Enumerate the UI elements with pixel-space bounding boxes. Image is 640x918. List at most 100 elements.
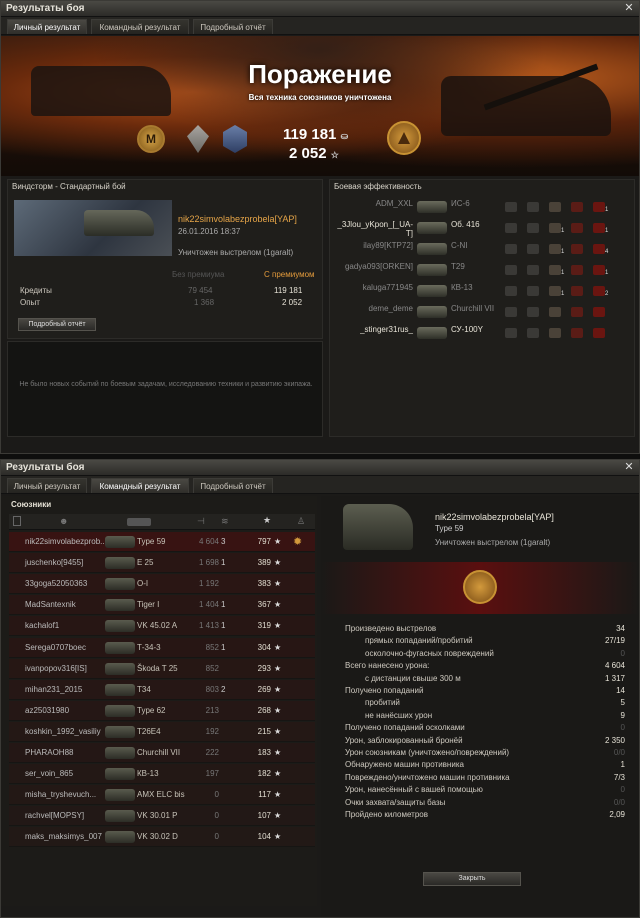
table-row[interactable]: Serega0707boec Т-34-3 852 1 304 ★ — [9, 637, 315, 658]
kills-value: 2 — [221, 684, 226, 694]
efficiency-row[interactable]: deme_deme Churchill VII — [331, 304, 631, 322]
tank-icon — [105, 747, 135, 759]
player-name: rachvel[MOPSY] — [25, 811, 85, 821]
table-row[interactable]: mihan231_2015 T34 803 2 269 ★ — [9, 679, 315, 700]
crits-count: 1 — [561, 270, 565, 276]
damage-value: 1 413 — [198, 621, 219, 631]
tank-name: T26E4 — [137, 726, 161, 736]
table-row[interactable]: nik22simvolabezprob... Type 59 4 604 3 797 ★ ✹ — [9, 532, 315, 552]
stat-label: Всего нанесено урона: — [345, 661, 430, 671]
damage-value: 0 — [214, 790, 219, 800]
efficiency-row[interactable]: _3Jlou_yKpon_[_UA-T] Об. 416 1 1 — [331, 220, 631, 238]
table-row[interactable]: ser_voin_865 КВ-13 197 182 ★ — [9, 764, 315, 785]
stat-label: Урон союзникам (уничтожено/повреждений) — [345, 748, 510, 757]
table-row[interactable]: misha_tryshevuch... AMX ELC bis 0 117 ★ — [9, 785, 315, 806]
table-row[interactable]: MadSantexnik Tiger I 1 404 1 367 ★ — [9, 595, 315, 616]
damage-value: 1 404 — [198, 600, 219, 610]
table-row[interactable]: 33goga52050363 O-I 1 192 383 ★ — [9, 574, 315, 595]
xp-value: 269 — [257, 684, 271, 694]
damage-count: 1 — [605, 228, 609, 234]
table-row[interactable]: ivanpopov316[IS] Škoda T 25 852 293 ★ — [9, 658, 315, 679]
stat-label: Пройдено километров — [345, 810, 428, 819]
tank-name: Tiger I — [137, 600, 160, 610]
player-name: nik22simvolabezprobela[YAP] — [178, 214, 297, 224]
kill-icon — [593, 307, 605, 317]
tab-personal-result[interactable]: Личный результат — [7, 478, 87, 493]
tab-team-result[interactable]: Командный результат — [91, 19, 189, 34]
kills-value: 1 — [221, 642, 226, 652]
xp-column-icon[interactable]: ★ — [263, 515, 271, 526]
damage-value: 4 604 — [198, 537, 219, 546]
damage-column-icon[interactable]: ⊣ — [197, 516, 205, 527]
spot-icon — [505, 328, 517, 338]
medal-icon[interactable] — [387, 121, 421, 155]
stat-value: 0/0 — [613, 748, 625, 757]
efficiency-row[interactable]: _stinger31rus_ СУ-100Y — [331, 325, 631, 343]
efficiency-row[interactable]: ADM_XXL ИС-6 1 — [331, 199, 631, 217]
stat-label: Получено попаданий осколками — [345, 723, 465, 733]
player-name: maks_maksimys_007 — [25, 832, 102, 842]
assist-icon — [527, 223, 539, 233]
detailed-report-button[interactable]: Подробный отчёт — [18, 318, 96, 331]
tank-name: Т-34-3 — [137, 642, 161, 652]
star-icon: ★ — [274, 663, 282, 673]
table-row[interactable]: koshkin_1992_vasiliy T26E4 192 215 ★ — [9, 721, 315, 742]
close-button[interactable]: Закрыть — [423, 872, 521, 886]
tab-bar: Личный результат Командный результат Под… — [1, 476, 639, 494]
medal-icon[interactable]: ✹ — [293, 535, 302, 548]
tank-name: Churchill VII — [137, 748, 181, 757]
stat-label: Получено попаданий — [345, 686, 424, 695]
tab-personal-result[interactable]: Личный результат — [7, 19, 87, 34]
tab-detailed-report[interactable]: Подробный отчёт — [193, 478, 273, 493]
tank-icon — [84, 210, 154, 236]
player-column-icon[interactable]: ☻ — [59, 516, 68, 526]
medal-column-icon[interactable]: ♙ — [297, 516, 305, 527]
stat-value: 0 — [620, 785, 625, 795]
detail-tank-name: Type 59 — [435, 524, 464, 533]
tank-name: VK 30.02 D — [137, 832, 178, 842]
player-name: PHARAOH88 — [25, 748, 74, 757]
table-row[interactable]: juschenko[9455] E 25 1 698 1 389 ★ — [9, 553, 315, 574]
damage-icon — [571, 244, 583, 254]
efficiency-row[interactable]: ilay89[KTP72] C-NI 1 4 — [331, 241, 631, 259]
medal-icon[interactable] — [463, 570, 497, 604]
enemy-player-name: ADM_XXL — [375, 199, 413, 208]
table-row[interactable]: PHARAOH88 Churchill VII 222 183 ★ — [9, 743, 315, 763]
assist-icon — [527, 307, 539, 317]
kill-icon — [593, 328, 605, 338]
mastery-badge-icon[interactable]: M — [137, 125, 165, 153]
table-row[interactable]: kachalof1 VK 45.02 A 1 413 1 319 ★ — [9, 616, 315, 637]
tank-icon — [417, 201, 447, 213]
star-icon: ★ — [274, 642, 282, 652]
tab-detailed-report[interactable]: Подробный отчёт — [193, 19, 273, 34]
tank-column-icon[interactable] — [127, 518, 151, 526]
star-icon: ★ — [274, 832, 282, 842]
efficiency-row[interactable]: gadya093[ORKEN] T29 1 1 — [331, 262, 631, 280]
earnings: 119 181 ⛀ 2 052 ☆ — [283, 126, 348, 164]
squad-column-icon[interactable] — [13, 516, 21, 526]
allies-table: Союзники ☻ ⊣ ≋ ★ ♙ nik22simvolabezprob..… — [1, 496, 317, 906]
close-icon[interactable]: ✕ — [623, 2, 635, 14]
exp-earned: 2 052 — [289, 145, 327, 162]
tank-icon — [105, 536, 135, 548]
crits-icon — [549, 328, 561, 338]
stat-value: 34 — [616, 624, 625, 633]
damage-value: 852 — [205, 663, 219, 673]
star-icon: ★ — [274, 537, 282, 546]
enemy-tank-name: ИС-6 — [451, 199, 470, 208]
spot-icon — [505, 244, 517, 254]
table-row[interactable]: az25031980 Type 62 213 268 ★ — [9, 700, 315, 721]
kills-column-icon[interactable]: ≋ — [221, 516, 229, 527]
star-icon: ★ — [274, 748, 282, 757]
close-icon[interactable]: ✕ — [623, 461, 635, 473]
player-name: Serega0707boec — [25, 642, 86, 652]
stat-label: прямых попаданий/пробитий — [365, 636, 473, 646]
efficiency-row[interactable]: kaluga771945 КВ-13 1 2 — [331, 283, 631, 301]
credits-label: Кредиты — [20, 286, 52, 295]
stat-value: 0 — [620, 648, 625, 658]
table-row[interactable]: rachvel[MOPSY] VK 30.01 P 0 107 ★ — [9, 806, 315, 827]
damage-icon — [571, 286, 583, 296]
table-row[interactable]: maks_maksimys_007 VK 30.02 D 0 104 ★ — [9, 827, 315, 848]
tab-team-result[interactable]: Командный результат — [91, 478, 189, 493]
battle-date: 26.01.2016 18:37 — [178, 227, 241, 236]
